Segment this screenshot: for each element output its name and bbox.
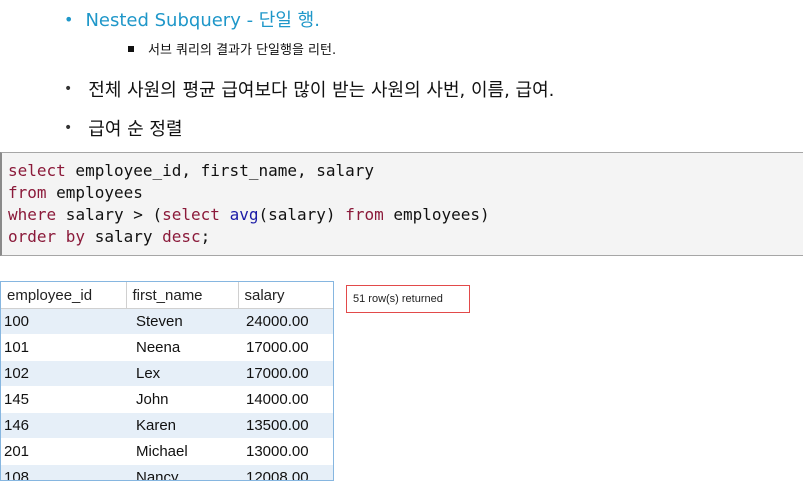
cell-salary[interactable]: 13000.00 <box>238 438 333 465</box>
cell-salary[interactable]: 17000.00 <box>238 334 333 361</box>
code-line: from employees <box>8 182 803 204</box>
cell-first-name[interactable]: John <box>126 386 238 413</box>
heading-bullet: • Nested Subquery - 단일 행. <box>64 6 320 32</box>
sort-text: 급여 순 정렬 <box>88 119 183 140</box>
square-bullet-icon <box>128 45 134 52</box>
result-grid[interactable]: employee_id first_name salary 100 Steven… <box>0 281 334 481</box>
table-row[interactable]: 201 Michael 13000.00 <box>1 438 333 465</box>
cell-first-name[interactable]: Nancy <box>126 464 238 480</box>
cell-salary[interactable]: 14000.00 <box>238 386 333 413</box>
cell-employee-id[interactable]: 108 <box>1 464 126 480</box>
cell-salary[interactable]: 24000.00 <box>238 308 333 335</box>
status-rows-returned: 51 row(s) returned <box>346 285 470 313</box>
cell-first-name[interactable]: Lex <box>126 360 238 387</box>
code-line: select employee_id, first_name, salary <box>8 160 803 182</box>
header-row: employee_id first_name salary <box>1 282 333 309</box>
cell-salary[interactable]: 13500.00 <box>238 412 333 439</box>
keyword: from <box>345 205 384 224</box>
cell-employee-id[interactable]: 100 <box>1 308 126 335</box>
keyword: order by <box>8 227 86 246</box>
table-row[interactable]: 146 Karen 13500.00 <box>1 412 333 439</box>
sql-code-block: select employee_id, first_name, salary f… <box>0 152 803 256</box>
bullet-dot-icon: • <box>64 120 73 136</box>
cell-employee-id[interactable]: 102 <box>1 360 126 387</box>
table-row[interactable]: 101 Neena 17000.00 <box>1 334 333 361</box>
cell-salary[interactable]: 12008.00 <box>238 464 333 480</box>
code-text: employees) <box>383 205 490 224</box>
code-text: employee_id, first_name, salary <box>65 161 375 180</box>
bullet-dot-icon: • <box>64 81 73 97</box>
code-line: where salary > (select avg(salary) from … <box>8 204 803 226</box>
cell-salary[interactable]: 17000.00 <box>238 360 333 387</box>
bullet-dot-icon: • <box>64 9 74 29</box>
code-line: order by salary desc; <box>8 226 803 248</box>
table-row[interactable]: 100 Steven 24000.00 <box>1 308 333 335</box>
cell-first-name[interactable]: Neena <box>126 334 238 361</box>
cell-first-name[interactable]: Steven <box>126 308 238 335</box>
code-text: salary > ( <box>56 205 163 224</box>
cell-employee-id[interactable]: 146 <box>1 412 126 439</box>
code-text: employees <box>46 183 143 202</box>
keyword: where <box>8 205 57 224</box>
keyword: select <box>162 205 220 224</box>
desc-bullet: • 전체 사원의 평균 급여보다 많이 받는 사원의 사번, 이름, 급여. <box>64 76 554 102</box>
code-text: (salary) <box>258 205 346 224</box>
table-row[interactable]: 102 Lex 17000.00 <box>1 360 333 387</box>
sub-bullet-text: 서브 쿼리의 결과가 단일행을 리턴. <box>148 43 337 58</box>
cell-employee-id[interactable]: 101 <box>1 334 126 361</box>
table-row[interactable]: 108 Nancy 12008.00 <box>1 464 333 480</box>
code-text: ; <box>200 227 211 246</box>
column-header-employee-id[interactable]: employee_id <box>1 282 127 309</box>
cell-employee-id[interactable]: 201 <box>1 438 126 465</box>
column-header-first-name[interactable]: first_name <box>126 282 239 309</box>
column-header-salary[interactable]: salary <box>238 282 333 309</box>
heading-text: Nested Subquery - 단일 행. <box>85 10 320 31</box>
desc-text: 전체 사원의 평균 급여보다 많이 받는 사원의 사번, 이름, 급여. <box>88 80 555 101</box>
function-name: avg <box>229 205 259 224</box>
keyword: desc <box>162 227 201 246</box>
cell-first-name[interactable]: Karen <box>126 412 238 439</box>
cell-employee-id[interactable]: 145 <box>1 386 126 413</box>
keyword: select <box>8 161 66 180</box>
table-row[interactable]: 145 John 14000.00 <box>1 386 333 413</box>
sub-bullet: 서브 쿼리의 결과가 단일행을 리턴. <box>128 39 336 58</box>
keyword: from <box>8 183 47 202</box>
sort-bullet: • 급여 순 정렬 <box>64 115 183 141</box>
result-table: employee_id first_name salary 100 Steven… <box>1 282 333 480</box>
cell-first-name[interactable]: Michael <box>126 438 238 465</box>
code-text: salary <box>85 227 163 246</box>
